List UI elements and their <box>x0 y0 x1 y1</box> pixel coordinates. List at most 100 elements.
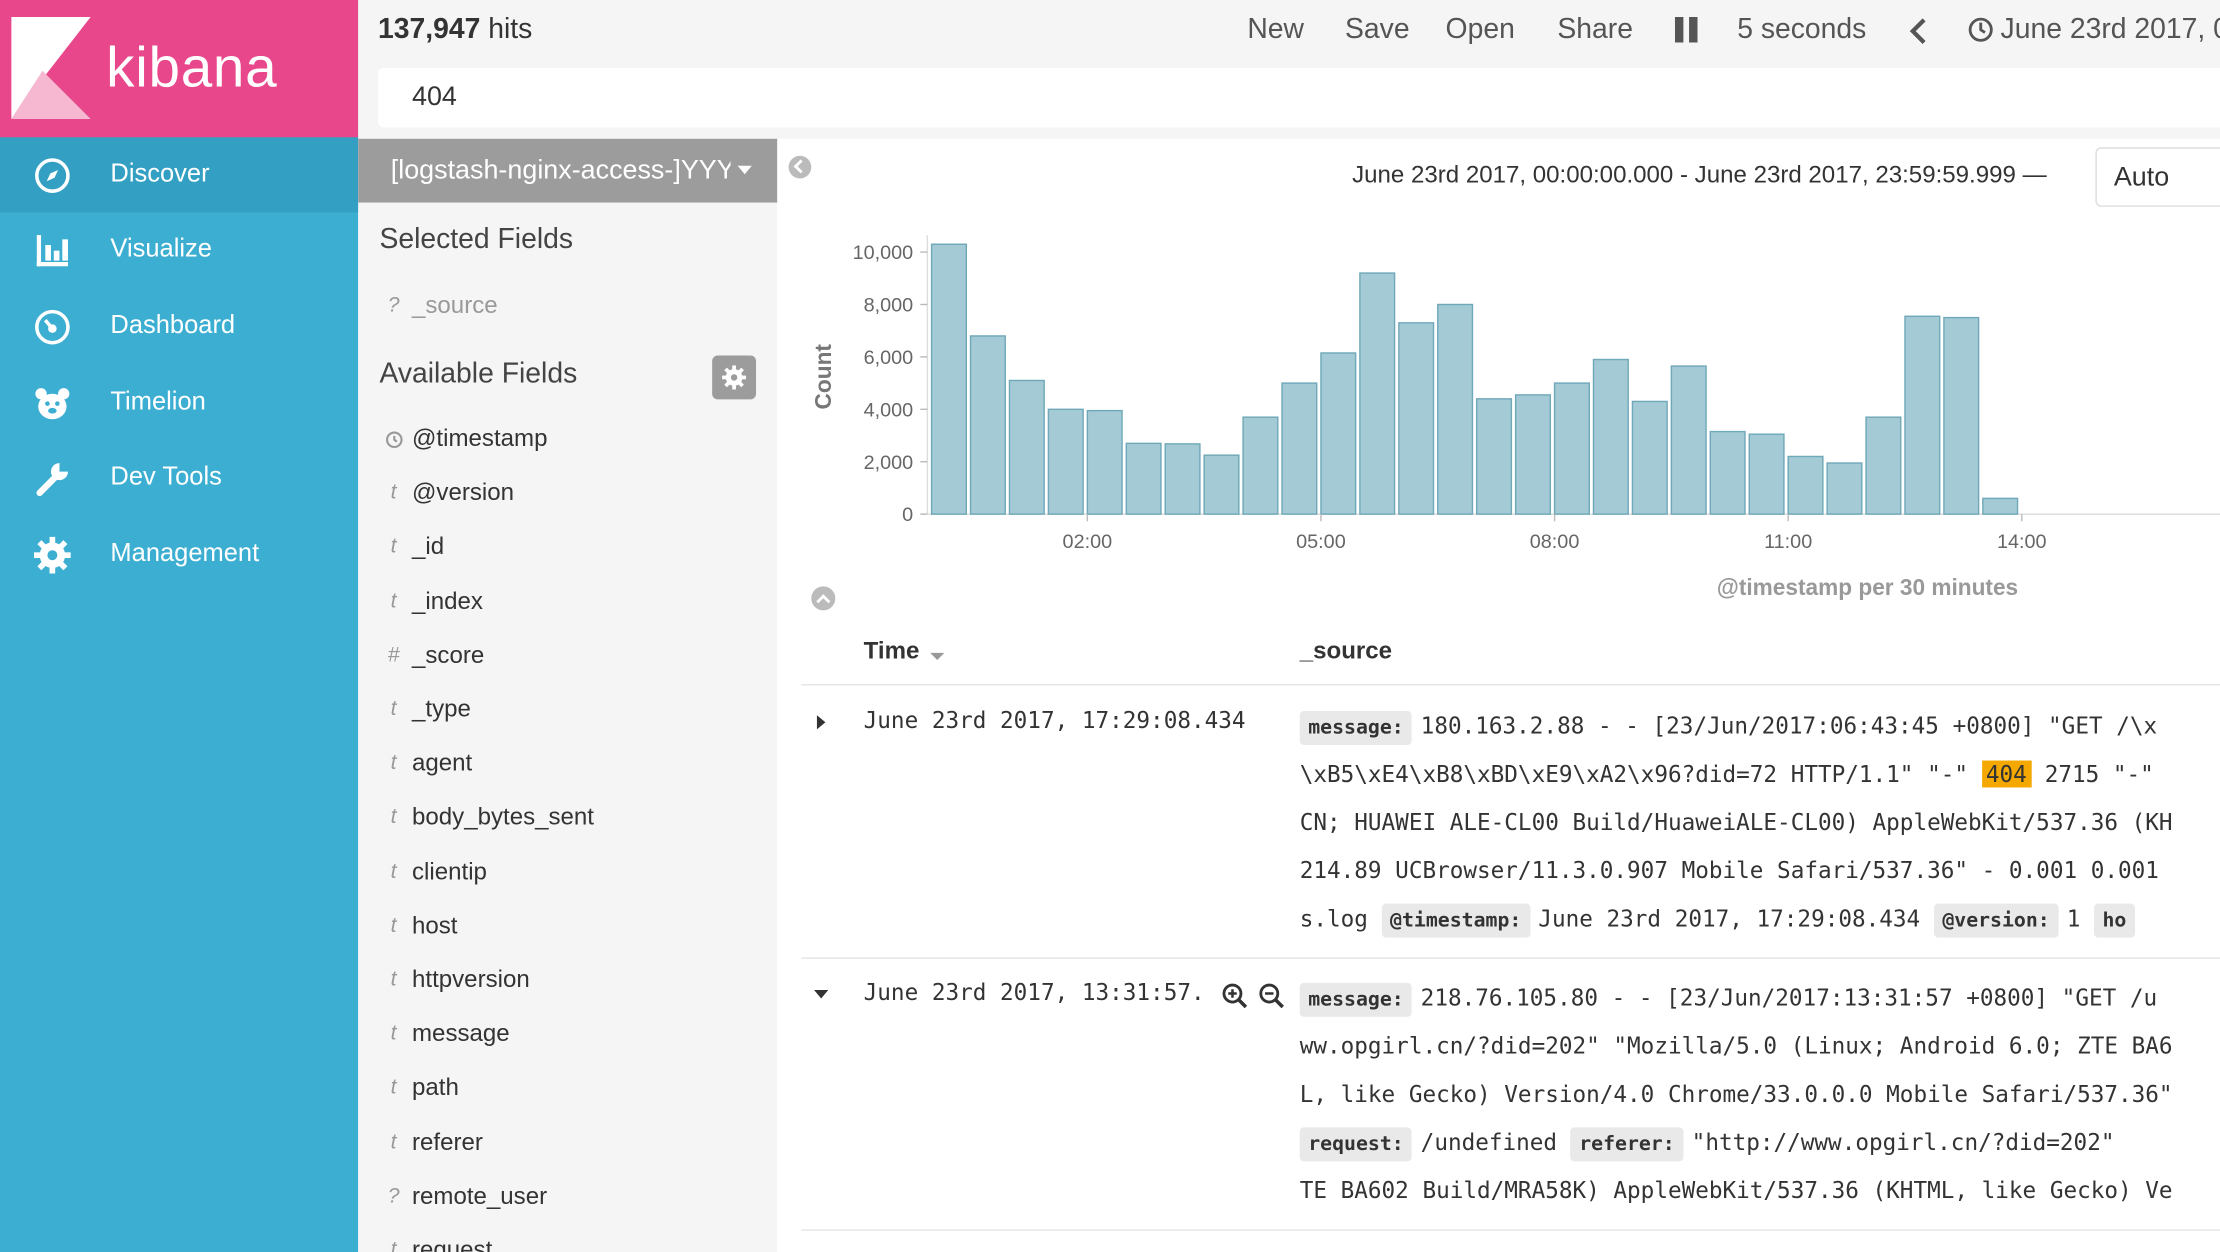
histogram-bar[interactable] <box>1709 430 1746 515</box>
histogram-bar[interactable] <box>1203 454 1240 515</box>
histogram-bar[interactable] <box>1281 382 1318 515</box>
field-item[interactable]: t message <box>358 1014 777 1056</box>
source-value: 214.89 UCBrowser/11.3.0.907 Mobile Safar… <box>1299 856 2159 884</box>
new-button[interactable]: New <box>1247 14 1304 47</box>
nav-item-timelion[interactable]: Timelion <box>0 365 358 440</box>
field-item[interactable]: t body_bytes_sent <box>358 798 777 840</box>
field-item[interactable]: t path <box>358 1068 777 1110</box>
histogram-bar[interactable] <box>1826 462 1863 515</box>
caret-down-icon[interactable] <box>814 987 829 1001</box>
nav-item-discover[interactable]: Discover <box>0 137 359 213</box>
column-header-source: _source <box>1299 637 1393 665</box>
string-type-icon: t <box>390 967 397 992</box>
field-item[interactable]: t @version <box>358 473 777 515</box>
histogram-bar[interactable] <box>1008 379 1045 515</box>
nav-item-visualize[interactable]: Visualize <box>0 212 358 287</box>
refresh-interval-button[interactable]: 5 seconds <box>1737 14 1866 47</box>
field-name: @version <box>412 478 515 506</box>
histogram-bar[interactable] <box>930 243 968 515</box>
source-value: 218.76.105.80 - - [23/Jun/2017:13:31:57 … <box>1420 984 2158 1012</box>
save-button[interactable]: Save <box>1345 14 1410 47</box>
histogram-bar[interactable] <box>1437 303 1474 515</box>
share-button[interactable]: Share <box>1557 14 1633 47</box>
histogram-bar[interactable] <box>1943 316 1980 515</box>
field-name: httpversion <box>412 965 530 993</box>
search-input[interactable] <box>378 67 2220 128</box>
kibana-logo[interactable]: kibana <box>0 0 359 138</box>
x-tick-label: 08:00 <box>1530 531 1580 553</box>
collapse-chart-icon[interactable] <box>811 586 836 611</box>
histogram-bar[interactable] <box>1242 416 1279 515</box>
chevron-left-icon[interactable] <box>1909 17 1929 45</box>
source-line: request:/undefined referer: "http://www.o… <box>1299 1126 2115 1162</box>
source-line: ww.opgirl.cn/?did=202" "Mozilla/5.0 (Lin… <box>1300 1030 2173 1064</box>
histogram-bar[interactable] <box>1398 322 1435 515</box>
field-item[interactable]: t _index <box>358 582 777 624</box>
kibana-logo-icon <box>11 16 91 119</box>
string-type-icon: t <box>390 805 397 830</box>
source-line: TE BA602 Build/MRA58K) AppleWebKit/537.3… <box>1300 1174 2173 1208</box>
timelion-bear-icon <box>35 388 70 420</box>
field-item[interactable]: @timestamp <box>358 419 777 461</box>
zoom-in-icon[interactable] <box>1222 983 1248 1009</box>
search-bar <box>358 62 2220 139</box>
histogram-bar[interactable] <box>1670 365 1707 515</box>
histogram-bar[interactable] <box>1787 455 1824 515</box>
column-header-time[interactable]: Time <box>864 637 920 665</box>
source-value: ww.opgirl.cn/?did=202" "Mozilla/5.0 (Lin… <box>1299 1032 2173 1060</box>
y-tick-label: 10,000 <box>853 242 914 264</box>
clock-icon <box>1968 17 1993 42</box>
histogram-bar[interactable] <box>1320 352 1357 515</box>
field-item[interactable]: t clientip <box>358 852 777 894</box>
nav-item-dashboard[interactable]: Dashboard <box>0 289 358 364</box>
zoom-out-icon[interactable] <box>1259 983 1284 1009</box>
histogram-bar[interactable] <box>1047 408 1084 515</box>
time-picker-button[interactable]: June 23rd 2017, 00:00:00.000 to June 23r… <box>2001 14 2220 47</box>
index-pattern-label: [logstash-nginx-access-]YYYY.MM.DD <box>390 155 731 186</box>
histogram-bar[interactable] <box>1164 443 1201 515</box>
number-type-icon: # <box>387 642 400 667</box>
field-item[interactable]: t referer <box>358 1123 777 1165</box>
field-item[interactable]: ? remote_user <box>358 1177 777 1219</box>
field-item[interactable]: t _type <box>358 690 777 732</box>
index-pattern-selector[interactable]: [logstash-nginx-access-]YYYY.MM.DD <box>358 138 778 203</box>
histogram-bar[interactable] <box>1359 272 1396 515</box>
sort-desc-icon[interactable] <box>930 652 945 660</box>
histogram-bar[interactable] <box>1514 394 1552 515</box>
string-type-icon: t <box>390 534 397 559</box>
field-item[interactable]: t agent <box>358 744 777 786</box>
histogram-bar[interactable] <box>1553 382 1590 515</box>
histogram-bar[interactable] <box>969 335 1006 515</box>
field-settings-button[interactable] <box>712 355 757 400</box>
histogram-bar[interactable] <box>1748 433 1785 515</box>
histogram-bar[interactable] <box>1904 315 1941 515</box>
histogram-bar[interactable] <box>1125 442 1162 515</box>
nav-item-management[interactable]: Management <box>0 517 358 592</box>
histogram-bar[interactable] <box>1086 409 1123 515</box>
x-tick-label: 05:00 <box>1296 531 1346 553</box>
nav-item-dev-tools[interactable]: Dev Tools <box>0 440 358 515</box>
caret-right-icon[interactable] <box>814 715 828 730</box>
y-tick-label: 2,000 <box>864 452 914 474</box>
source-key: @version: <box>1933 903 2059 938</box>
field-item[interactable]: # _score <box>358 636 777 678</box>
string-type-icon: t <box>390 1237 397 1252</box>
histogram-bar[interactable] <box>1865 416 1902 515</box>
field-item[interactable]: t httpversion <box>358 960 777 1002</box>
string-type-icon: t <box>390 1129 397 1154</box>
bar-chart-icon <box>36 235 68 267</box>
field-item[interactable]: t request <box>358 1231 777 1252</box>
field-item[interactable]: ? _source <box>358 286 777 328</box>
source-value: "http://www.opgirl.cn/?did=202" <box>1691 1128 2115 1156</box>
string-type-icon: t <box>390 588 397 613</box>
histogram-bar[interactable] <box>1982 497 2019 515</box>
open-button[interactable]: Open <box>1446 14 1515 47</box>
histogram-bar[interactable] <box>1631 400 1668 515</box>
field-item[interactable]: t _id <box>358 527 777 569</box>
histogram-bar[interactable] <box>1475 398 1513 515</box>
field-item[interactable]: t host <box>358 906 777 948</box>
pause-icon[interactable] <box>1674 16 1698 43</box>
unknown-type-icon: ? <box>387 293 400 318</box>
histogram-bar[interactable] <box>1592 358 1629 515</box>
source-line: L, like Gecko) Version/4.0 Chrome/33.0.0… <box>1300 1078 2173 1112</box>
